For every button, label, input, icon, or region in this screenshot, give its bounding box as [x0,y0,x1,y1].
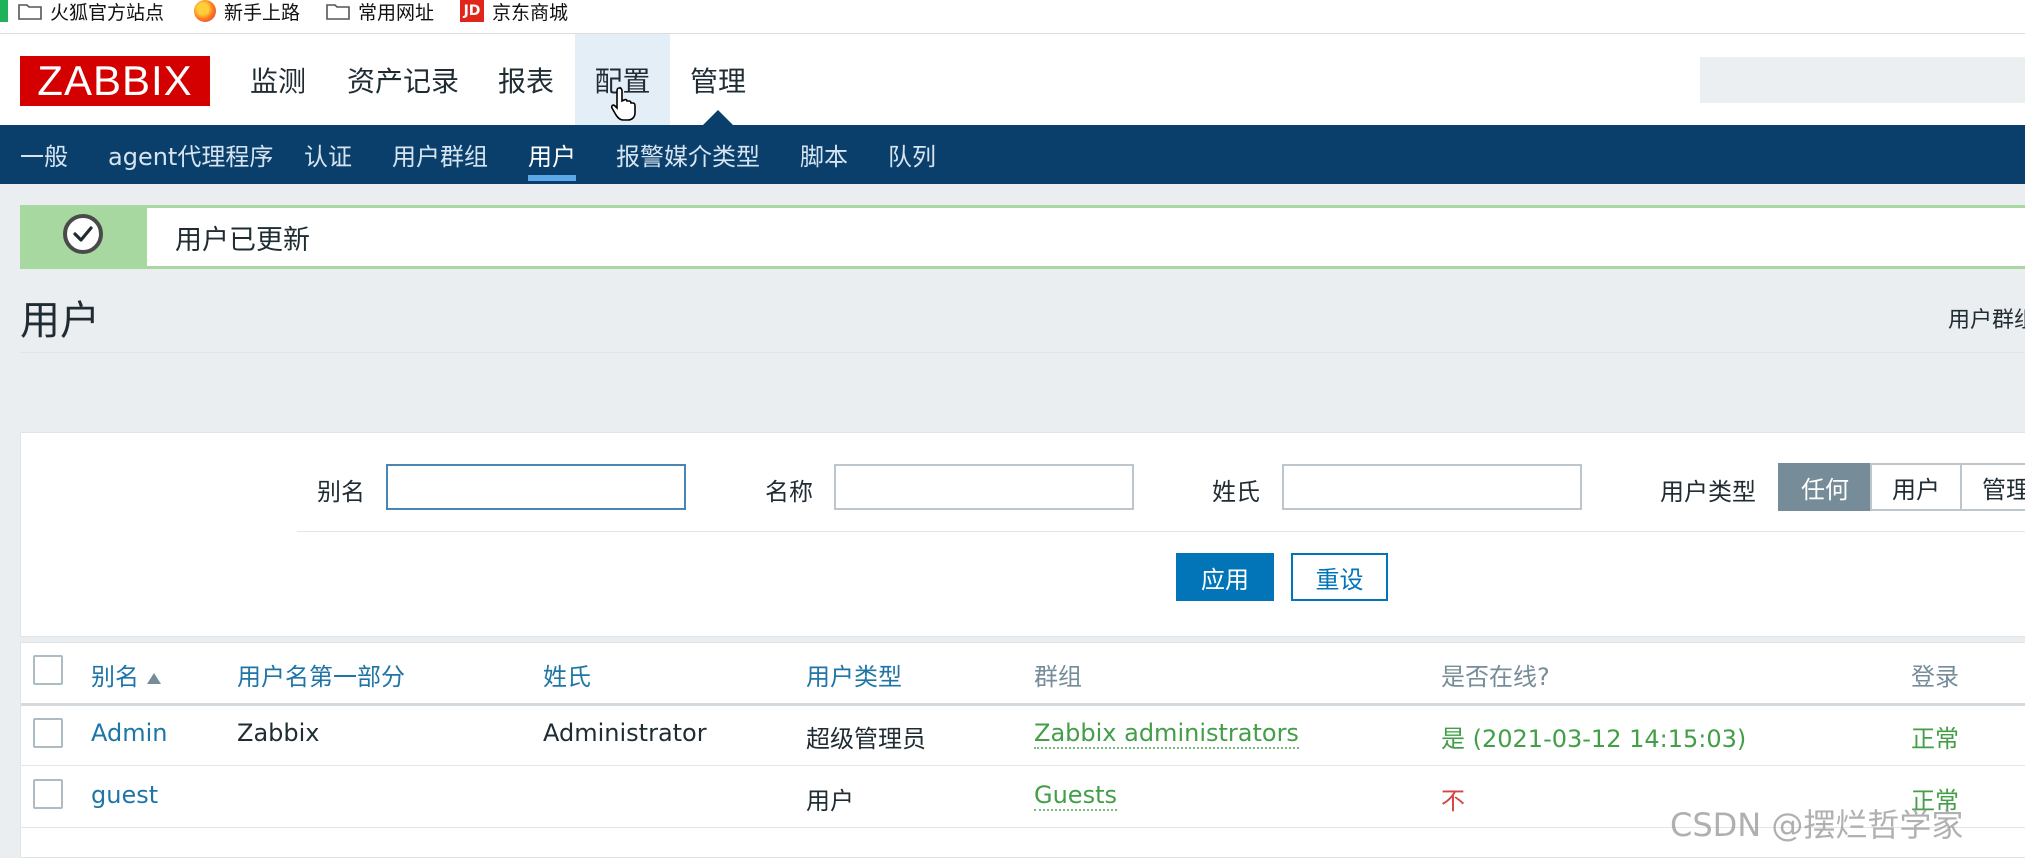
active-nav-caret [702,110,734,126]
col-online-header: 是否在线? [1441,663,1550,691]
subnav-proxies[interactable]: agent代理程序 [108,125,273,184]
bookmarks-accent [0,0,8,22]
sub-navigation: 一般 agent代理程序 认证 用户群组 用户 报警媒介类型 脚本 队列 [0,125,2025,184]
name-input-wrap [834,464,1134,510]
zabbix-logo[interactable]: ZABBIX [20,56,210,106]
select-all-checkbox[interactable] [33,655,63,685]
subnav-user-groups[interactable]: 用户群组 [392,125,488,184]
user-type-any[interactable]: 任何 [1778,463,1872,511]
reset-button[interactable]: 重设 [1291,553,1388,601]
surname-input-wrap [1282,464,1582,510]
checkmark-icon [63,214,103,254]
watermark: CSDN @摆烂哲学家 [1670,806,1964,844]
jd-icon: JD [460,0,484,22]
title-divider [20,352,2025,353]
bookmark-label: 京东商城 [492,1,569,24]
table-header-divider [21,703,2025,706]
topnav-monitoring[interactable]: 监测 [234,34,322,125]
user-login-status[interactable]: 正常 [1911,719,1959,754]
subnav-authentication[interactable]: 认证 [304,125,352,184]
message-text: 用户已更新 [175,225,310,256]
surname-input[interactable] [1284,466,1580,508]
col-user-type-header[interactable]: 用户类型 [806,657,902,692]
col-alias-header[interactable]: 别名 [91,657,161,692]
firefox-icon [194,0,216,22]
row-divider [21,765,2025,766]
topnav-inventory[interactable]: 资产记录 [336,34,470,125]
name-input[interactable] [836,466,1132,508]
user-type-user[interactable]: 用户 [1870,463,1962,511]
user-group-select-label[interactable]: 用户群组 [1948,302,2025,334]
user-type-admin[interactable]: 管理员 [1960,463,2025,511]
bookmark-jd-mall[interactable]: JD 京东商城 [460,0,569,24]
user-alias-link[interactable]: guest [91,781,158,809]
page-title: 用户 [20,298,100,344]
row-checkbox[interactable] [33,718,63,748]
folder-icon [18,2,42,20]
bookmark-label: 新手上路 [224,1,301,24]
search-input[interactable] [1700,57,2025,103]
apply-button[interactable]: 应用 [1176,553,1274,601]
bookmark-label: 常用网址 [358,1,435,24]
subnav-queue[interactable]: 队列 [888,125,936,184]
user-surname: Administrator [543,719,707,747]
subnav-scripts[interactable]: 脚本 [800,125,848,184]
user-type-label: 用户类型 [1660,478,1756,506]
surname-label: 姓氏 [1212,478,1260,506]
bookmark-firefox-official[interactable]: 火狐官方站点 [18,0,165,24]
user-alias-link[interactable]: Admin [91,719,168,747]
subnav-media-types[interactable]: 报警媒介类型 [616,125,760,184]
user-group-link[interactable]: Zabbix administrators [1034,719,1299,749]
user-name: Zabbix [237,719,320,747]
message-icon-area [23,208,147,266]
success-message: 用户已更新 [20,205,2025,269]
col-name-header[interactable]: 用户名第一部分 [237,657,405,692]
sort-asc-icon [147,672,161,684]
bookmarks-bar: 火狐官方站点 新手上路 常用网址 JD 京东商城 [0,0,2025,34]
alias-input-wrap [386,464,686,510]
col-groups-header: 群组 [1034,663,1082,691]
bookmark-getting-started[interactable]: 新手上路 [194,0,301,24]
subnav-general[interactable]: 一般 [20,125,68,184]
filter-divider [297,531,2025,532]
col-alias-label: 别名 [91,663,139,691]
row-checkbox[interactable] [33,779,63,809]
filter-panel: 别名 名称 姓氏 用户类型 任何 用户 管理员 应用 重设 [20,432,2025,637]
user-online-status: 不 [1441,787,1465,815]
col-surname-header[interactable]: 姓氏 [543,657,591,692]
user-type: 用户 [806,787,854,815]
topnav-reports[interactable]: 报表 [486,34,566,125]
subnav-active-underline [528,175,576,181]
top-header: ZABBIX 监测 资产记录 报表 配置 管理 [0,34,2025,125]
bookmark-label: 火狐官方站点 [50,1,165,24]
user-group-link[interactable]: Guests [1034,781,1117,811]
user-type: 超级管理员 [806,725,926,753]
col-login-header: 登录 [1911,663,1959,691]
hand-cursor-icon [610,86,638,126]
alias-label: 别名 [317,478,365,506]
bookmark-common-sites[interactable]: 常用网址 [326,0,435,24]
name-label: 名称 [765,478,813,506]
folder-icon [326,2,350,20]
alias-input[interactable] [388,466,684,508]
user-online-status: 是 (2021-03-12 14:15:03) [1441,725,1747,753]
